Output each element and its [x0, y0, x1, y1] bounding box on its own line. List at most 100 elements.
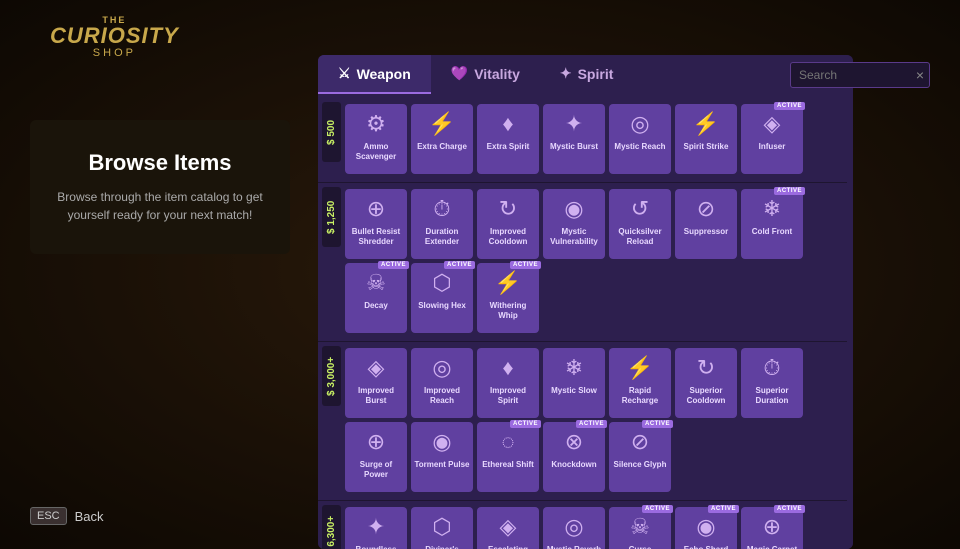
item-name-2-3: Mystic Slow [551, 386, 597, 396]
item-card-1-4[interactable]: ↺Quicksilver Reload [609, 189, 671, 259]
item-card-0-3[interactable]: ✦ Mystic Burst [543, 104, 605, 174]
item-icon-1-2: ↻ [488, 193, 528, 225]
item-name-3-2: Escalating Exposure [480, 545, 536, 549]
item-icon-2-10: ⊗ [554, 426, 594, 458]
item-name-0-3: Mystic Burst [550, 142, 598, 152]
price-row-2: $ 3,000+◈Improved Burst ◎ Improved Reach ♦ I… [318, 344, 847, 496]
item-name-2-10: Knockdown [551, 460, 596, 470]
item-card-2-5[interactable]: ↻Superior Cooldown [675, 348, 737, 418]
item-name-0-1: Extra Charge [417, 142, 467, 152]
weapon-icon: ⚔ [338, 65, 351, 82]
item-icon-2-7: ⊕ [356, 426, 396, 458]
item-card-0-0[interactable]: ⚙Ammo Scavenger [345, 104, 407, 174]
item-icon-3-0: ✦ [356, 511, 396, 543]
sidebar-title: Browse Items [50, 150, 270, 176]
item-name-2-7: Surge of Power [348, 460, 404, 479]
search-clear-icon[interactable]: × [916, 67, 924, 83]
price-label-2: $ 3,000+ [322, 346, 341, 406]
item-name-2-1: Improved Reach [414, 386, 470, 405]
item-card-0-2[interactable]: ♦Extra Spirit [477, 104, 539, 174]
vitality-icon: 💜 [451, 65, 468, 82]
item-card-0-5[interactable]: ⚡ Spirit Strike [675, 104, 737, 174]
spirit-icon: ✦ [560, 65, 572, 82]
item-card-2-7[interactable]: ⊕ Surge of Power [345, 422, 407, 492]
item-icon-0-5: ⚡ [686, 108, 726, 140]
item-card-2-11[interactable]: ACTIVE⊘Silence Glyph [609, 422, 671, 492]
item-card-2-1[interactable]: ◎ Improved Reach [411, 348, 473, 418]
item-card-2-2[interactable]: ♦ Improved Spirit [477, 348, 539, 418]
item-icon-1-1: ⏱ [422, 193, 462, 225]
item-name-0-4: Mystic Reach [614, 142, 665, 152]
item-card-3-3[interactable]: ◎Mystic Reverb [543, 507, 605, 549]
item-card-2-6[interactable]: ⏱Superior Duration [741, 348, 803, 418]
item-name-0-5: Spirit Strike [684, 142, 729, 152]
active-badge-1-9: ACTIVE [510, 261, 541, 269]
item-name-3-5: Echo Shard [684, 545, 728, 549]
item-card-1-2[interactable]: ↻Improved Cooldown [477, 189, 539, 259]
item-card-1-1[interactable]: ⏱Duration Extender [411, 189, 473, 259]
item-card-2-0[interactable]: ◈Improved Burst [345, 348, 407, 418]
tab-spirit[interactable]: ✦ Spirit [540, 55, 634, 94]
item-card-3-6[interactable]: ACTIVE⊕Magic Carpet [741, 507, 803, 549]
active-badge-2-9: ACTIVE [510, 420, 541, 428]
search-input[interactable] [790, 62, 930, 88]
item-icon-2-2: ♦ [488, 352, 528, 384]
item-card-1-3[interactable]: ◉ Mystic Vulnerability [543, 189, 605, 259]
item-name-1-5: Suppressor [684, 227, 728, 237]
item-card-0-6[interactable]: ACTIVE◈Infuser [741, 104, 803, 174]
tab-weapon[interactable]: ⚔ Weapon [318, 55, 431, 94]
logo: THE CURIOSITY SHOP [50, 15, 179, 59]
tab-weapon-label: Weapon [357, 66, 411, 82]
item-card-3-0[interactable]: ✦ Boundless Spirit [345, 507, 407, 549]
active-badge-3-6: ACTIVE [774, 505, 805, 513]
item-icon-3-6: ⊕ [752, 511, 792, 543]
item-card-2-10[interactable]: ACTIVE⊗ Knockdown [543, 422, 605, 492]
item-name-2-0: Improved Burst [348, 386, 404, 405]
tab-vitality[interactable]: 💜 Vitality [431, 55, 540, 94]
item-name-2-2: Improved Spirit [480, 386, 536, 405]
items-area: $ 500⚙Ammo Scavenger⚡Extra Charge♦Extra … [318, 94, 853, 549]
item-name-1-7: Decay [364, 301, 388, 311]
price-row-3: $ 6,300+✦Boundless Spirit⬡Diviner's Kevl… [318, 503, 847, 549]
active-badge-2-11: ACTIVE [642, 420, 673, 428]
item-card-2-4[interactable]: ⚡Rapid Recharge [609, 348, 671, 418]
item-icon-3-4: ☠ [620, 511, 660, 543]
sidebar: Browse Items Browse through the item cat… [30, 120, 290, 254]
item-card-0-4[interactable]: ◎Mystic Reach [609, 104, 671, 174]
item-icon-0-3: ✦ [554, 108, 594, 140]
active-badge-1-6: ACTIVE [774, 187, 805, 195]
item-card-1-0[interactable]: ⊕Bullet Resist Shredder [345, 189, 407, 259]
item-card-3-2[interactable]: ◈Escalating Exposure [477, 507, 539, 549]
item-name-3-4: Curse [629, 545, 652, 549]
items-row-3: ✦ Boundless Spirit ⬡Diviner's Kevlar◈Escal… [345, 503, 847, 549]
item-card-2-9[interactable]: ACTIVE◌Ethereal Shift [477, 422, 539, 492]
items-row-2: ◈Improved Burst ◎ Improved Reach ♦ Improved … [345, 344, 847, 496]
item-name-1-3: Mystic Vulnerability [546, 227, 602, 246]
item-card-1-7[interactable]: ACTIVE☠Decay [345, 263, 407, 333]
item-card-3-5[interactable]: ACTIVE◉Echo Shard [675, 507, 737, 549]
item-icon-1-3: ◉ [554, 193, 594, 225]
tab-spirit-label: Spirit [578, 66, 614, 82]
esc-badge: ESC [30, 507, 67, 525]
active-badge-3-4: ACTIVE [642, 505, 673, 513]
item-icon-2-1: ◎ [422, 352, 462, 384]
item-card-3-1[interactable]: ⬡Diviner's Kevlar [411, 507, 473, 549]
items-row-1: ⊕Bullet Resist Shredder⏱Duration Extende… [345, 185, 847, 337]
item-icon-2-8: ◉ [422, 426, 462, 458]
shop-panel: ⚔ Weapon 💜 Vitality ✦ Spirit $ 500⚙Ammo … [318, 55, 853, 549]
item-name-0-6: Infuser [759, 142, 786, 152]
price-label-1: $ 1,250 [322, 187, 341, 247]
item-card-3-4[interactable]: ACTIVE☠ Curse [609, 507, 671, 549]
item-card-0-1[interactable]: ⚡Extra Charge [411, 104, 473, 174]
item-name-3-0: Boundless Spirit [348, 545, 404, 549]
item-card-2-8[interactable]: ◉Torment Pulse [411, 422, 473, 492]
price-row-0: $ 500⚙Ammo Scavenger⚡Extra Charge♦Extra … [318, 100, 847, 178]
price-row-1: $ 1,250⊕Bullet Resist Shredder⏱Duration … [318, 185, 847, 337]
item-card-1-8[interactable]: ACTIVE⬡Slowing Hex [411, 263, 473, 333]
item-card-1-9[interactable]: ACTIVE⚡Withering Whip [477, 263, 539, 333]
item-card-1-6[interactable]: ACTIVE❄Cold Front [741, 189, 803, 259]
item-card-2-3[interactable]: ❄Mystic Slow [543, 348, 605, 418]
item-icon-2-6: ⏱ [752, 352, 792, 384]
active-badge-2-10: ACTIVE [576, 420, 607, 428]
item-card-1-5[interactable]: ⊘Suppressor [675, 189, 737, 259]
